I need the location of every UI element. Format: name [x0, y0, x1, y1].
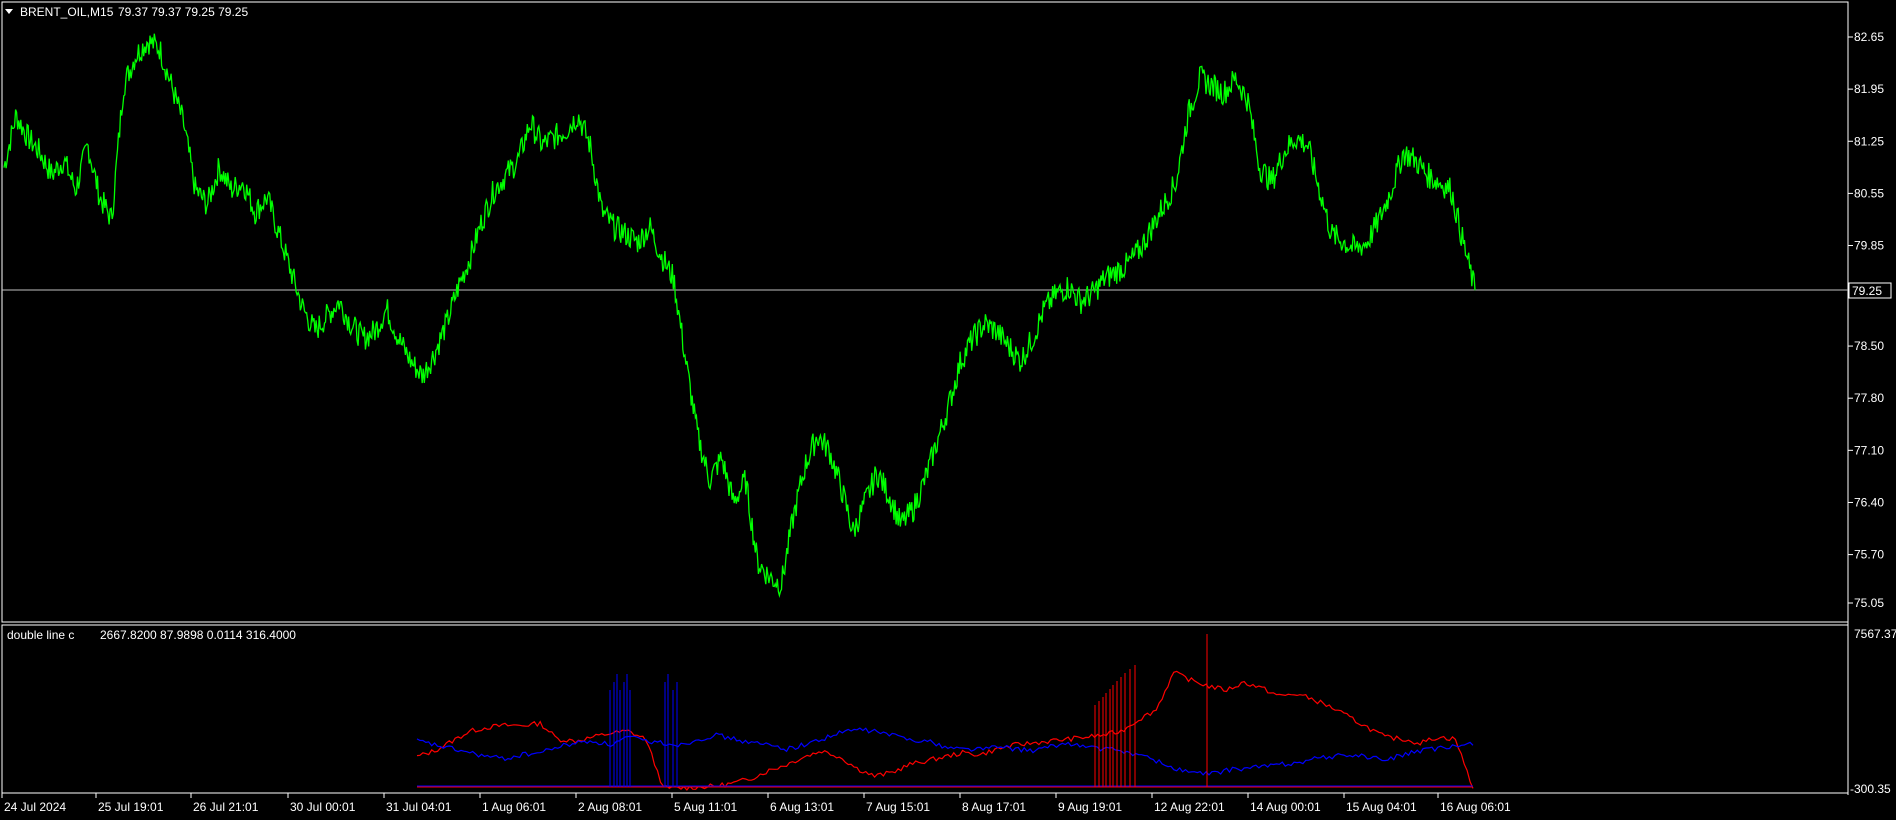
time-axis-label: 30 Jul 00:01	[290, 800, 356, 814]
indicator-title: double line c	[7, 628, 74, 642]
time-axis[interactable]: 24 Jul 2024 25 Jul 19:01 26 Jul 21:01 30 Ju…	[1, 793, 1511, 814]
price-axis-label: 76.40	[1854, 495, 1884, 509]
indicator-lines	[416, 634, 1474, 791]
indicator-axis-bottom: -300.35	[1850, 782, 1891, 796]
time-axis-label: 14 Aug 00:01	[1250, 800, 1321, 814]
time-axis-label: 24 Jul 2024	[4, 800, 66, 814]
time-axis-label: 25 Jul 19:01	[98, 800, 164, 814]
price-axis-label: 77.10	[1854, 443, 1884, 457]
price-axis-label: 79.85	[1854, 239, 1884, 253]
red-indicator-line	[416, 670, 1474, 791]
price-line	[3, 33, 1476, 599]
price-axis-label: 81.95	[1854, 82, 1884, 96]
time-axis-label: 8 Aug 17:01	[962, 800, 1026, 814]
price-axis-label: 77.80	[1854, 391, 1884, 405]
trading-chart[interactable]: BRENT_OIL,M15 79.37 79.37 79.25 79.25 79…	[0, 0, 1896, 820]
price-series-line	[3, 33, 1476, 599]
ohlc-values: 79.37 79.37 79.25 79.25	[118, 5, 248, 19]
time-axis-label: 2 Aug 08:01	[578, 800, 642, 814]
price-axis-label: 80.55	[1854, 186, 1884, 200]
time-axis-label: 5 Aug 11:01	[674, 800, 737, 814]
price-axis-label: 81.25	[1854, 134, 1884, 148]
time-axis-label: 6 Aug 13:01	[770, 800, 834, 814]
indicator-panel-frame	[1, 624, 1849, 794]
price-axis-label: 75.05	[1854, 596, 1884, 610]
price-axis-label: 75.70	[1854, 548, 1884, 562]
symbol-label: BRENT_OIL,M15	[20, 5, 114, 19]
triangle-down-icon[interactable]	[5, 9, 13, 14]
current-price-label: 79.25	[1852, 284, 1882, 298]
time-axis-label: 16 Aug 06:01	[1440, 800, 1511, 814]
blue-indicator-line	[416, 727, 1474, 776]
time-axis-label: 15 Aug 04:01	[1346, 800, 1417, 814]
time-axis-label: 9 Aug 19:01	[1058, 800, 1122, 814]
time-axis-label: 1 Aug 06:01	[482, 800, 546, 814]
price-axis[interactable]: 82.65 81.95 81.25 80.55 79.85 78.50 77.80 77.10…	[1848, 30, 1884, 610]
time-axis-label: 31 Jul 04:01	[386, 800, 452, 814]
time-axis-label: 7 Aug 15:01	[866, 800, 930, 814]
price-axis-label: 82.65	[1854, 30, 1884, 44]
time-axis-label: 12 Aug 22:01	[1154, 800, 1225, 814]
price-axis-label: 78.50	[1854, 339, 1884, 353]
time-axis-label: 26 Jul 21:01	[193, 800, 259, 814]
indicator-axis-top: 7567.37	[1854, 627, 1896, 641]
indicator-values: 2667.8200 87.9898 0.0114 316.4000	[100, 628, 296, 642]
price-panel-frame	[1, 1, 1849, 623]
